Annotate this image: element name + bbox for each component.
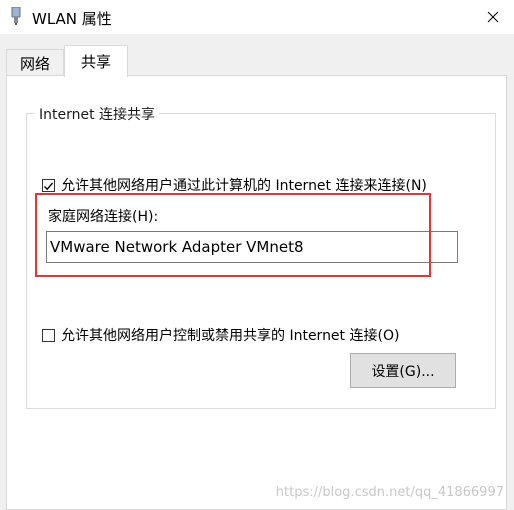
allow-connect-checkbox[interactable]	[42, 179, 55, 192]
dialog-client-area: 网络 共享 Internet 连接共享 允许其他网络用户通过此计算机的 Inte…	[0, 34, 514, 510]
allow-control-checkbox[interactable]	[42, 329, 55, 342]
close-button[interactable]	[480, 4, 506, 30]
window-title: WLAN 属性	[32, 10, 112, 28]
checkmark-icon	[44, 182, 54, 191]
network-adapter-icon	[11, 7, 21, 25]
group-title: Internet 连接共享	[35, 104, 160, 124]
tab-network[interactable]: 网络	[6, 49, 64, 76]
title-bar: WLAN 属性	[0, 0, 514, 34]
watermark: https://blog.csdn.net/qq_41866997	[275, 485, 504, 500]
highlight-annotation-box	[35, 193, 431, 277]
tab-sharing[interactable]: 共享	[64, 45, 128, 77]
tab-panel-sharing: Internet 连接共享 允许其他网络用户通过此计算机的 Internet 连…	[6, 75, 507, 510]
close-icon	[487, 11, 499, 23]
allow-connect-label[interactable]: 允许其他网络用户通过此计算机的 Internet 连接来连接(N)	[61, 175, 427, 195]
allow-control-label[interactable]: 允许其他网络用户控制或禁用共享的 Internet 连接(O)	[61, 325, 399, 345]
settings-button[interactable]: 设置(G)...	[350, 353, 456, 388]
